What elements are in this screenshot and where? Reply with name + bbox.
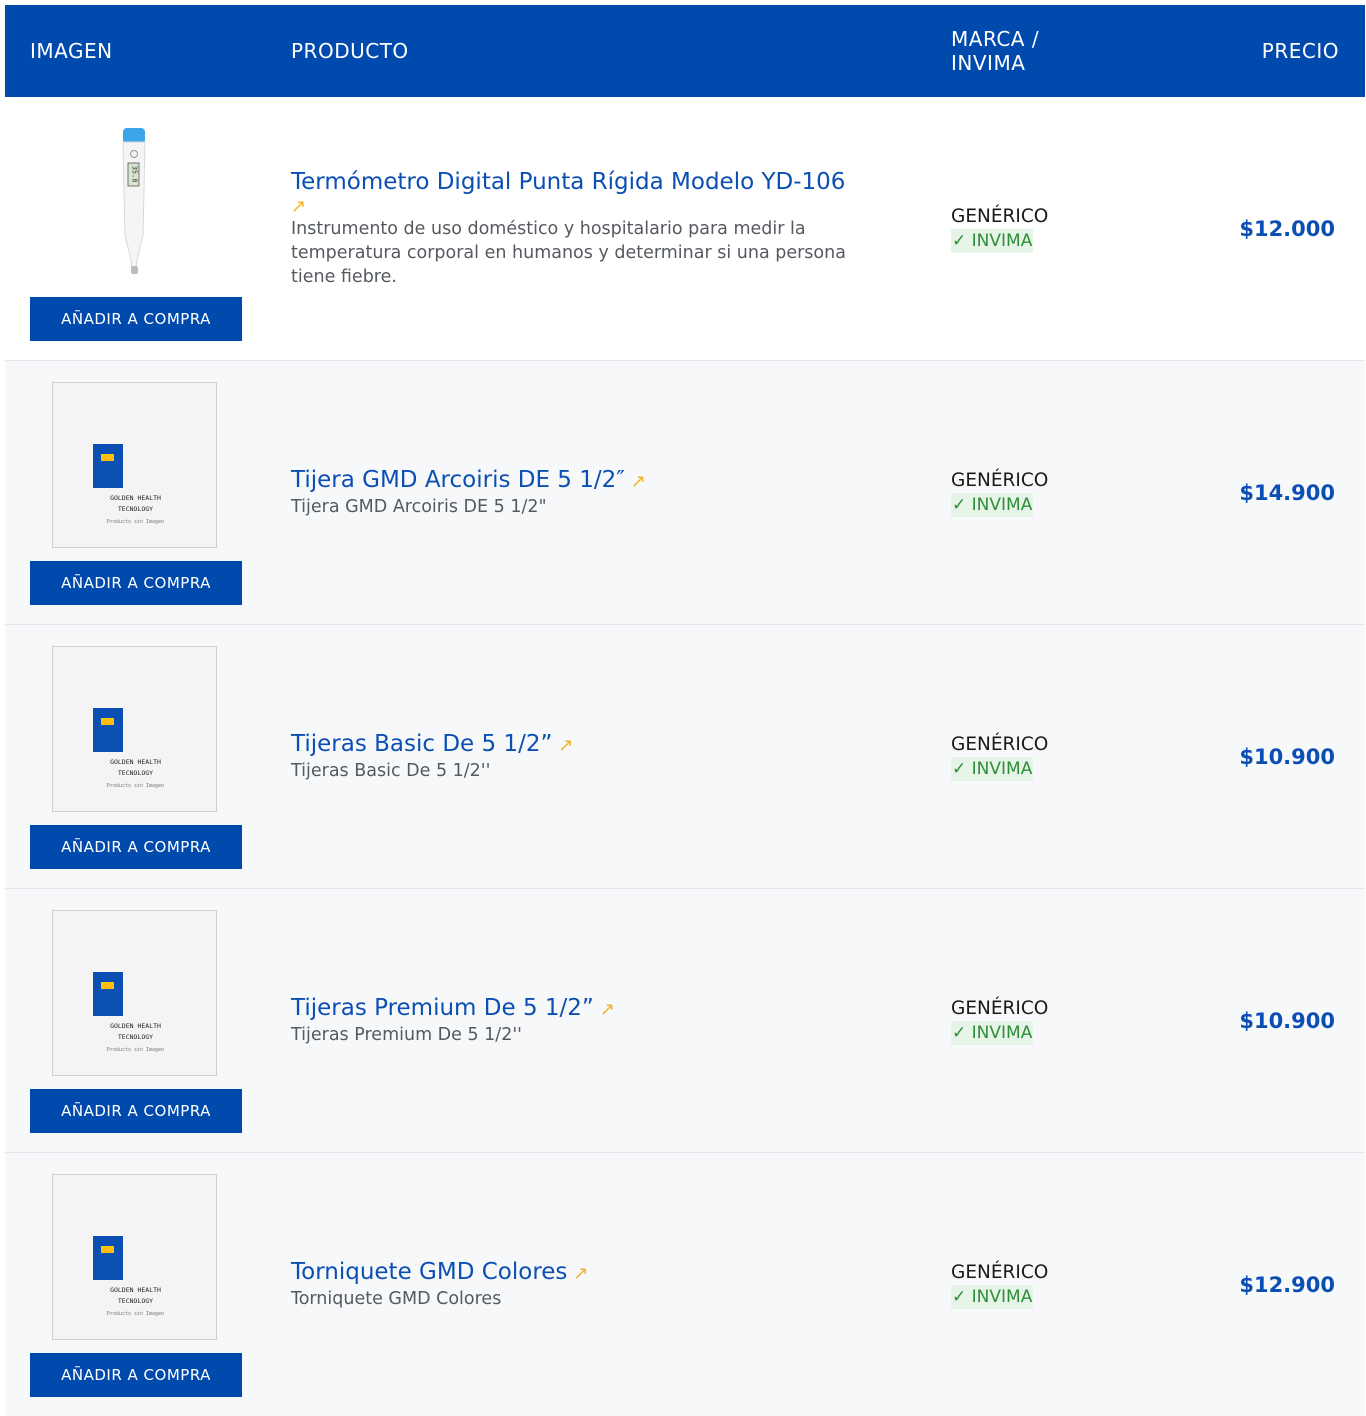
- product-image-placeholder[interactable]: GOLDEN HEALTH TECNOLOGY Producto sin Ima…: [52, 1174, 217, 1340]
- placeholder-brand-line2: TECNOLOGY: [117, 1297, 154, 1305]
- brand-name: GENÉRICO: [951, 1261, 1049, 1283]
- product-title-link[interactable]: Termómetro Digital Punta Rígida Modelo Y…: [291, 169, 845, 195]
- product-info: Termómetro Digital Punta Rígida Modelo Y…: [291, 97, 891, 360]
- brand-name: GENÉRICO: [951, 997, 1049, 1019]
- brand-cell: GENÉRICO ✓ INVIMA: [951, 97, 1048, 360]
- add-to-cart-button[interactable]: AÑADIR A COMPRA: [30, 825, 242, 869]
- product-info: Torniquete GMD Colores ↗ Torniquete GMD C…: [291, 1153, 891, 1416]
- product-description: Tijeras Basic De 5 1/2'': [291, 761, 491, 781]
- arrow-up-right-icon[interactable]: ↗: [573, 1263, 588, 1284]
- placeholder-logo-icon: [93, 972, 123, 1016]
- brand-name: GENÉRICO: [951, 469, 1049, 491]
- header-price: PRECIO: [1261, 39, 1339, 63]
- add-to-cart-button[interactable]: AÑADIR A COMPRA: [30, 561, 242, 605]
- placeholder-note: Producto sin Imagen: [106, 519, 165, 525]
- placeholder-brand: GOLDEN HEALTH TECNOLOGY: [53, 757, 218, 779]
- placeholder-brand: GOLDEN HEALTH TECNOLOGY: [53, 1285, 218, 1307]
- brand-name: GENÉRICO: [951, 733, 1049, 755]
- product-image-placeholder[interactable]: GOLDEN HEALTH TECNOLOGY Producto sin Ima…: [52, 382, 217, 548]
- brand-cell: GENÉRICO ✓ INVIMA: [951, 361, 1048, 624]
- product-title-link[interactable]: Tijeras Premium De 5 1/2”: [291, 995, 594, 1021]
- header-brand-invima: MARCA / INVIMA: [951, 27, 1040, 75]
- brand-cell: GENÉRICO ✓ INVIMA: [951, 625, 1048, 888]
- thermometer-icon: 35.8: [122, 128, 146, 274]
- product-title-link[interactable]: Tijeras Basic De 5 1/2”: [291, 731, 552, 757]
- table-row: GOLDEN HEALTH TECNOLOGY Producto sin Ima…: [5, 361, 1365, 625]
- product-price: $14.900: [1239, 480, 1335, 505]
- table-row: 35.8 AÑADIR A COMPRA Termómetro Digital …: [5, 97, 1365, 361]
- table-row: GOLDEN HEALTH TECNOLOGY Producto sin Ima…: [5, 1153, 1365, 1416]
- product-price: $12.000: [1239, 216, 1335, 241]
- product-info: Tijeras Premium De 5 1/2” ↗ Tijeras Premi…: [291, 889, 891, 1152]
- placeholder-logo-icon: [93, 708, 123, 752]
- invima-badge: ✓ INVIMA: [951, 1284, 1034, 1309]
- arrow-up-right-icon[interactable]: ↗: [558, 735, 573, 756]
- placeholder-brand-line2: TECNOLOGY: [117, 769, 154, 777]
- product-description: Instrumento de uso doméstico y hospitala…: [291, 219, 846, 287]
- placeholder-brand: GOLDEN HEALTH TECNOLOGY: [53, 493, 218, 515]
- placeholder-logo-icon: [93, 1236, 123, 1280]
- placeholder-note: Producto sin Imagen: [106, 1047, 165, 1053]
- product-title-link[interactable]: Tijera GMD Arcoiris DE 5 1/2″: [291, 467, 625, 493]
- table-row: GOLDEN HEALTH TECNOLOGY Producto sin Ima…: [5, 889, 1365, 1153]
- product-price: $12.900: [1239, 1272, 1335, 1297]
- product-image-placeholder[interactable]: GOLDEN HEALTH TECNOLOGY Producto sin Ima…: [52, 910, 217, 1076]
- thermometer-reading: 35.8: [131, 166, 139, 183]
- placeholder-brand-line1: GOLDEN HEALTH: [110, 758, 161, 766]
- invima-badge: ✓ INVIMA: [951, 492, 1034, 517]
- product-image-thermometer[interactable]: 35.8: [52, 118, 217, 284]
- product-description: Tijeras Premium De 5 1/2'': [291, 1025, 522, 1045]
- header-image: IMAGEN: [30, 39, 113, 63]
- product-info: Tijera GMD Arcoiris DE 5 1/2″ ↗ Tijera GM…: [291, 361, 891, 624]
- placeholder-brand-line2: TECNOLOGY: [117, 505, 154, 513]
- placeholder-note: Producto sin Imagen: [106, 1311, 165, 1317]
- placeholder-brand-line1: GOLDEN HEALTH: [110, 1022, 161, 1030]
- arrow-up-right-icon[interactable]: ↗: [631, 471, 646, 492]
- product-image-placeholder[interactable]: GOLDEN HEALTH TECNOLOGY Producto sin Ima…: [52, 646, 217, 812]
- product-description: Tijera GMD Arcoiris DE 5 1/2": [291, 497, 547, 517]
- placeholder-brand: GOLDEN HEALTH TECNOLOGY: [53, 1021, 218, 1043]
- product-price: $10.900: [1239, 1008, 1335, 1033]
- product-price: $10.900: [1239, 744, 1335, 769]
- arrow-up-right-icon[interactable]: ↗: [600, 999, 615, 1020]
- placeholder-brand-line1: GOLDEN HEALTH: [110, 494, 161, 502]
- product-description: Torniquete GMD Colores: [291, 1289, 502, 1309]
- brand-cell: GENÉRICO ✓ INVIMA: [951, 1153, 1048, 1416]
- placeholder-note: Producto sin Imagen: [106, 783, 165, 789]
- brand-name: GENÉRICO: [951, 205, 1049, 227]
- table-header: IMAGEN PRODUCTO MARCA / INVIMA PRECIO: [5, 5, 1365, 97]
- add-to-cart-button[interactable]: AÑADIR A COMPRA: [30, 1089, 242, 1133]
- invima-badge: ✓ INVIMA: [951, 1020, 1034, 1045]
- invima-badge: ✓ INVIMA: [951, 228, 1034, 253]
- product-info: Tijeras Basic De 5 1/2” ↗ Tijeras Basic D…: [291, 625, 891, 888]
- add-to-cart-button[interactable]: AÑADIR A COMPRA: [30, 1353, 242, 1397]
- brand-cell: GENÉRICO ✓ INVIMA: [951, 889, 1048, 1152]
- header-product: PRODUCTO: [291, 39, 409, 63]
- products-table: IMAGEN PRODUCTO MARCA / INVIMA PRECIO 35…: [5, 5, 1365, 1416]
- placeholder-brand-line2: TECNOLOGY: [117, 1033, 154, 1041]
- invima-badge: ✓ INVIMA: [951, 756, 1034, 781]
- arrow-up-right-icon[interactable]: ↗: [291, 196, 306, 217]
- placeholder-brand-line1: GOLDEN HEALTH: [110, 1286, 161, 1294]
- placeholder-logo-icon: [93, 444, 123, 488]
- add-to-cart-button[interactable]: AÑADIR A COMPRA: [30, 297, 242, 341]
- table-row: GOLDEN HEALTH TECNOLOGY Producto sin Ima…: [5, 625, 1365, 889]
- product-title-link[interactable]: Torniquete GMD Colores: [291, 1259, 567, 1285]
